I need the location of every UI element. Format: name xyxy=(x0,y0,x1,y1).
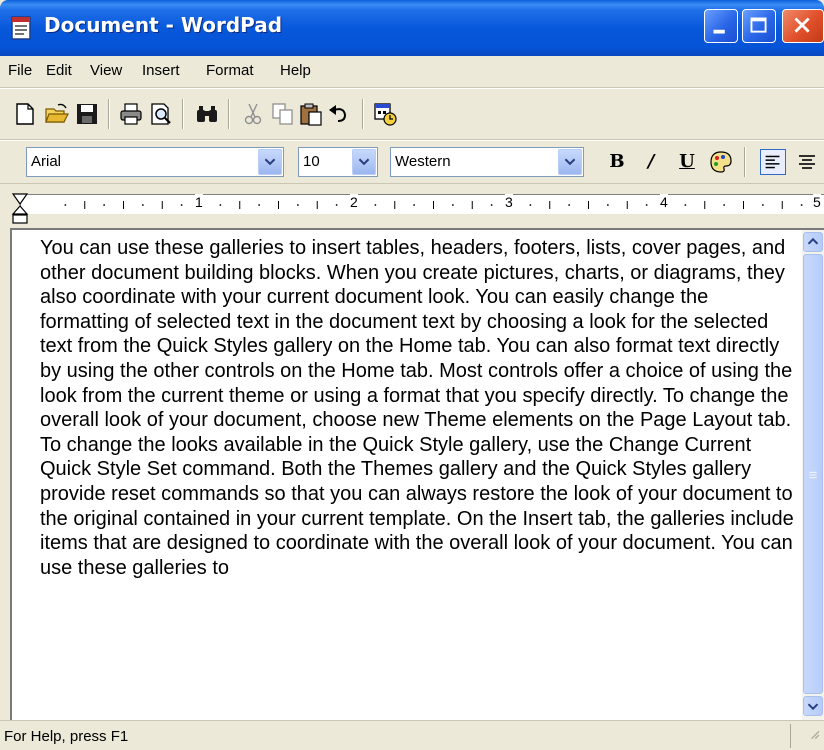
maximize-icon xyxy=(750,17,767,33)
close-button[interactable] xyxy=(782,9,824,43)
minimize-icon xyxy=(713,29,725,34)
ruler-tick-minor xyxy=(684,204,687,206)
ruler-tick-minor xyxy=(761,204,764,206)
status-panel xyxy=(790,724,824,748)
open-icon[interactable] xyxy=(44,101,70,127)
chevron-up-icon xyxy=(807,237,819,245)
ruler-tick-minor xyxy=(451,204,454,206)
ruler-tick-minor xyxy=(64,204,67,206)
ruler-ticks xyxy=(64,201,803,209)
ruler-tick-minor xyxy=(490,204,493,206)
toolbar-separator xyxy=(228,99,230,129)
scroll-down-button[interactable] xyxy=(803,696,823,716)
resize-grip-icon[interactable] xyxy=(791,724,823,746)
ruler-number-3: 3 xyxy=(505,194,513,210)
ruler-tick-minor xyxy=(180,204,183,206)
print-preview-icon[interactable] xyxy=(148,101,174,127)
align-left-icon[interactable] xyxy=(760,149,786,175)
menu-edit[interactable]: Edit xyxy=(46,62,72,79)
scroll-thumb[interactable] xyxy=(803,254,823,694)
italic-button[interactable]: / xyxy=(638,149,664,175)
document-area[interactable]: You can use these galleries to insert ta… xyxy=(10,228,824,720)
toolbar-separator xyxy=(108,99,110,129)
font-name-dropdown[interactable] xyxy=(258,149,282,175)
color-palette-icon[interactable] xyxy=(708,149,734,175)
script-dropdown[interactable] xyxy=(558,149,582,175)
save-icon[interactable] xyxy=(74,101,100,127)
align-center-icon[interactable] xyxy=(794,149,820,175)
chevron-down-icon xyxy=(807,703,819,711)
indent-marker-icon[interactable] xyxy=(10,192,30,230)
ruler-tick-minor xyxy=(335,204,338,206)
ruler-tick-minor xyxy=(413,204,416,206)
ruler-tick-minor xyxy=(219,204,222,206)
menu-view[interactable]: View xyxy=(90,62,122,79)
ruler-tick-minor xyxy=(645,204,648,206)
find-icon[interactable] xyxy=(194,101,220,127)
status-bar: For Help, press F1 xyxy=(0,720,824,750)
menu-bar: File Edit View Insert Format Help xyxy=(0,56,824,88)
ruler-tick-minor xyxy=(258,204,261,206)
paste-icon[interactable] xyxy=(298,101,324,127)
status-text: For Help, press F1 xyxy=(4,728,129,745)
ruler-number-5: 5 xyxy=(813,194,821,210)
vertical-scrollbar[interactable] xyxy=(802,230,824,720)
ruler-tick-minor xyxy=(568,204,571,206)
chevron-down-icon xyxy=(264,158,276,166)
wordpad-window: Document - WordPad File Edit View Insert… xyxy=(0,0,824,750)
script-select[interactable]: Western xyxy=(390,147,584,177)
font-size-value: 10 xyxy=(303,153,320,170)
menu-format[interactable]: Format xyxy=(206,62,254,79)
scroll-up-button[interactable] xyxy=(803,232,823,252)
ruler-tick-minor xyxy=(296,204,299,206)
underline-button[interactable]: U xyxy=(674,149,700,175)
script-value: Western xyxy=(395,153,451,170)
document-text[interactable]: You can use these galleries to insert ta… xyxy=(40,236,800,716)
ruler-strip xyxy=(20,194,824,214)
wordpad-icon xyxy=(11,16,31,40)
chevron-down-icon xyxy=(564,158,576,166)
ruler-tick-minor xyxy=(529,204,532,206)
ruler-number-2: 2 xyxy=(350,194,358,210)
window-title: Document - WordPad xyxy=(44,13,283,37)
toolbar-separator xyxy=(182,99,184,129)
new-icon[interactable] xyxy=(12,101,38,127)
ruler-tick-minor xyxy=(141,204,144,206)
date-time-icon[interactable] xyxy=(372,101,398,127)
ruler-tick-minor xyxy=(103,204,106,206)
ruler[interactable]: 1 2 3 4 5 xyxy=(0,184,824,230)
grip-icon xyxy=(809,471,817,479)
bold-button[interactable]: B xyxy=(604,149,630,175)
standard-toolbar xyxy=(0,88,824,140)
format-bar: Arial 10 Western B / U xyxy=(0,140,824,184)
cut-icon[interactable] xyxy=(240,101,266,127)
close-icon xyxy=(794,17,810,33)
chevron-down-icon xyxy=(358,158,370,166)
menu-file[interactable]: File xyxy=(8,62,32,79)
ruler-tick-minor xyxy=(606,204,609,206)
ruler-tick-minor xyxy=(800,204,803,206)
toolbar-separator xyxy=(744,147,746,177)
ruler-tick-minor xyxy=(374,204,377,206)
font-size-dropdown[interactable] xyxy=(352,149,376,175)
font-name-value: Arial xyxy=(31,153,62,170)
font-name-select[interactable]: Arial xyxy=(26,147,284,177)
maximize-button[interactable] xyxy=(742,9,776,43)
title-bar[interactable]: Document - WordPad xyxy=(0,0,824,56)
menu-insert[interactable]: Insert xyxy=(142,62,180,79)
font-size-select[interactable]: 10 xyxy=(298,147,378,177)
ruler-number-4: 4 xyxy=(660,194,668,210)
menu-help[interactable]: Help xyxy=(280,62,311,79)
ruler-tick-minor xyxy=(723,204,726,206)
ruler-number-1: 1 xyxy=(195,194,203,210)
minimize-button[interactable] xyxy=(704,9,738,43)
copy-icon[interactable] xyxy=(270,101,296,127)
toolbar-separator xyxy=(362,99,364,129)
print-icon[interactable] xyxy=(118,101,144,127)
undo-icon[interactable] xyxy=(326,101,352,127)
